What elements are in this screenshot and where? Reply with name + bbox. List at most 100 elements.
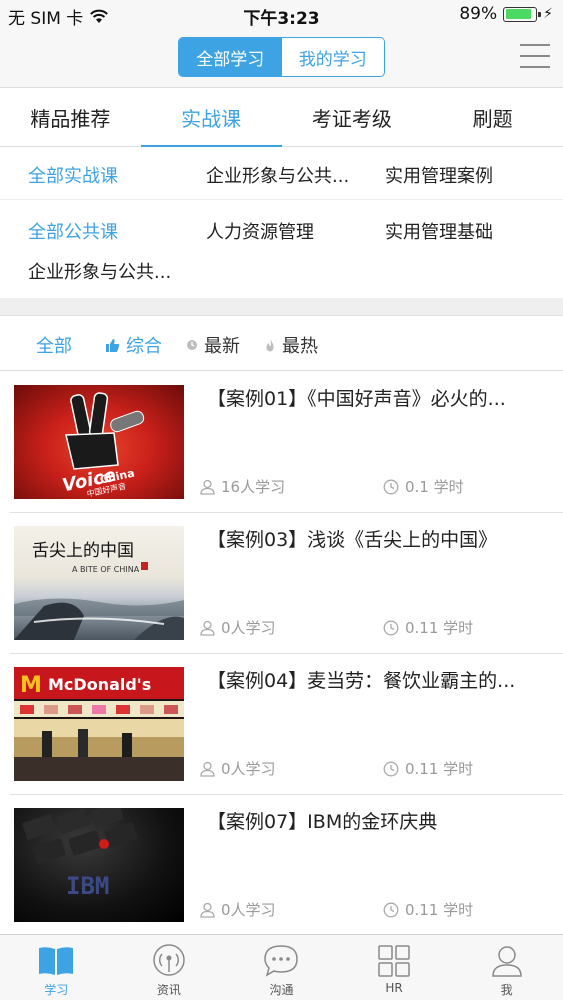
person-icon (200, 902, 215, 918)
flame-icon (266, 338, 274, 351)
sort-comprehensive[interactable]: 综合 (105, 332, 162, 358)
clock-icon (383, 761, 399, 776)
battery-percent: 89% (459, 4, 498, 24)
learner-count: 0人学习 (221, 901, 276, 919)
bite-title-text: 舌尖上的中国 (32, 541, 134, 561)
sort-all[interactable]: 全部 (36, 332, 72, 358)
battery-fill (505, 9, 532, 19)
course-title: 【案例03】浅谈《舌尖上的中国》 (207, 529, 498, 551)
tab-practice-questions[interactable]: 刷题 (422, 89, 563, 146)
sort-bar: 全部 综合 最新 最热 (0, 317, 563, 371)
course-hours: 0.11 学时 (383, 899, 473, 920)
course-learners: 0人学习 (200, 617, 276, 638)
chat-bubble-icon (263, 943, 299, 979)
sort-newest[interactable]: 最新 (186, 332, 240, 358)
tabbar-label: 学习 (44, 983, 69, 997)
tabbar-item-learning[interactable]: 学习 (0, 935, 113, 1000)
tabbar-item-hr[interactable]: HR (338, 935, 451, 1000)
study-hours: 0.11 学时 (405, 901, 474, 919)
course-title: 【案例01】《中国好声音》必火的... (207, 388, 506, 410)
clock-icon (383, 902, 399, 917)
bite-of-china-scene: 舌尖上的中国 A BITE OF CHINA (14, 541, 184, 640)
tab-practical-courses[interactable]: 实战课 (140, 89, 282, 147)
subcategory-management-basics[interactable]: 实用管理基础 (385, 218, 493, 244)
tabbar-item-news[interactable]: 资讯 (113, 935, 226, 1000)
person-icon (490, 943, 524, 979)
course-hours: 0.1 学时 (383, 476, 464, 497)
subcategory-hr-management[interactable]: 人力资源管理 (206, 218, 314, 244)
person-icon (200, 479, 215, 495)
tabbar-label: 资讯 (156, 983, 181, 997)
study-hours: 0.1 学时 (405, 478, 464, 496)
status-right: 89% ⚡ (459, 4, 553, 24)
course-title: 【案例04】麦当劳：餐饮业霸主的... (207, 670, 516, 692)
subcategory-management-cases[interactable]: 实用管理案例 (385, 162, 493, 188)
category-tabs: 精品推荐 实战课 考证考级 刷题 (0, 89, 563, 147)
subcategory-all-practical[interactable]: 全部实战课 (28, 162, 118, 188)
ibm-logo-text: IBM (66, 872, 109, 900)
tab-certification[interactable]: 考证考级 (282, 89, 423, 146)
clock-icon (187, 340, 197, 350)
mcdonalds-storefront: M McDonald's (14, 667, 184, 781)
course-item[interactable]: IBM 【案例07】IBM的金环庆典 0人学习 0.11 学时 (0, 795, 563, 936)
grid-icon (377, 943, 411, 979)
course-thumbnail-ibm: IBM (14, 808, 184, 922)
subcategory-row: 全部公共课 人力资源管理 实用管理基础 企业形象与公共... (0, 202, 563, 283)
hamburger-icon[interactable] (520, 44, 550, 68)
study-hours: 0.11 学时 (405, 619, 474, 637)
subcategory-panel: 全部实战课 企业形象与公共... 实用管理案例 全部公共课 人力资源管理 实用管… (0, 148, 563, 298)
clock-icon (383, 620, 399, 635)
course-thumbnail-bite-of-china: 舌尖上的中国 A BITE OF CHINA (14, 526, 184, 640)
segment-all-learning[interactable]: 全部学习 (179, 38, 282, 76)
golden-arches-logo: M (20, 673, 42, 698)
segment-my-learning[interactable]: 我的学习 (281, 38, 384, 76)
course-hours: 0.11 学时 (383, 758, 473, 779)
subcategory-all-public[interactable]: 全部公共课 (28, 218, 118, 244)
person-icon (200, 761, 215, 777)
study-hours: 0.11 学时 (405, 760, 474, 778)
tabbar-label: 沟通 (269, 983, 294, 997)
tabbar-label: HR (385, 981, 403, 995)
bottom-tab-bar: 学习 资讯 沟通 HR 我 (0, 934, 563, 1000)
tabbar-item-me[interactable]: 我 (450, 935, 563, 1000)
battery-icon (503, 6, 542, 22)
book-icon (37, 943, 75, 979)
tab-featured[interactable]: 精品推荐 (0, 89, 141, 146)
mcdonalds-sign-text: McDonald's (48, 675, 151, 694)
thumbs-up-icon (106, 338, 120, 352)
course-item[interactable]: 舌尖上的中国 A BITE OF CHINA 【案例03】浅谈《舌尖上的中国》 … (0, 513, 563, 654)
clock-icon (383, 479, 399, 494)
tabbar-item-communication[interactable]: 沟通 (225, 935, 338, 1000)
header: 全部学习 我的学习 (0, 30, 563, 88)
subcategory-corporate-image-public[interactable]: 企业形象与公共... (28, 258, 171, 284)
course-thumbnail-voice-of-china: Voice China 中国好声音 (14, 385, 184, 499)
subcategory-corporate-image[interactable]: 企业形象与公共... (206, 162, 349, 188)
microphone-hand-logo: Voice China 中国好声音 (60, 392, 145, 499)
learner-count: 0人学习 (221, 760, 276, 778)
course-item[interactable]: M McDonald's 【案例04】麦当劳：餐饮业霸主的... 0人学习 0.… (0, 654, 563, 795)
ibm-keyboard-scene: IBM (22, 808, 138, 900)
learner-count: 0人学习 (221, 619, 276, 637)
charging-bolt-icon: ⚡ (543, 6, 553, 22)
learner-count: 16人学习 (221, 478, 286, 496)
status-bar: 无 SIM 卡 下午3:23 89% ⚡ (0, 0, 563, 30)
sort-comprehensive-label: 综合 (126, 336, 162, 357)
sort-all-label: 全部 (36, 336, 72, 357)
course-hours: 0.11 学时 (383, 617, 473, 638)
sort-hottest-label: 最热 (282, 336, 318, 357)
subcategory-row: 全部实战课 企业形象与公共... 实用管理案例 (0, 148, 563, 200)
person-icon (200, 620, 215, 636)
sort-newest-label: 最新 (204, 336, 240, 357)
course-learners: 16人学习 (200, 476, 285, 497)
course-title: 【案例07】IBM的金环庆典 (207, 811, 438, 833)
tabbar-label: 我 (500, 983, 513, 997)
course-thumbnail-mcdonalds: M McDonald's (14, 667, 184, 781)
broadcast-icon (151, 943, 187, 979)
sort-hottest[interactable]: 最热 (264, 332, 318, 358)
course-learners: 0人学习 (200, 758, 276, 779)
course-learners: 0人学习 (200, 899, 276, 920)
course-item[interactable]: Voice China 中国好声音 【案例01】《中国好声音》必火的... 16… (0, 372, 563, 513)
learning-segmented-control: 全部学习 我的学习 (178, 37, 385, 77)
bite-subtitle-text: A BITE OF CHINA (72, 565, 140, 574)
section-separator (0, 298, 563, 316)
